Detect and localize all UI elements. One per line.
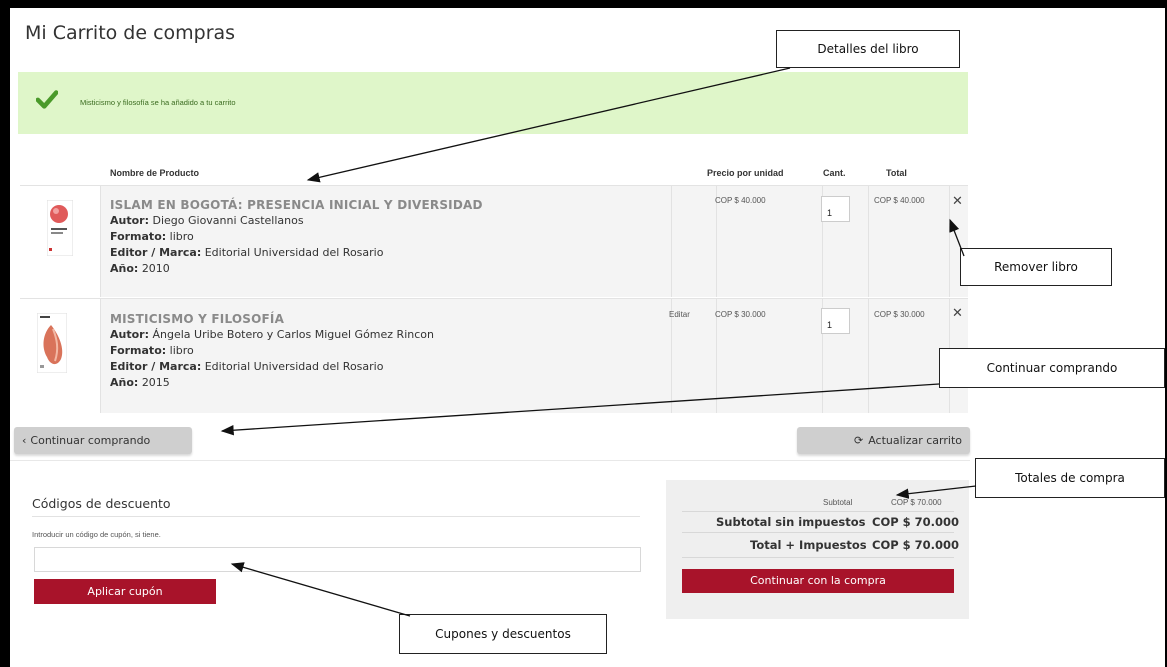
book-format: Formato: libro xyxy=(110,230,194,243)
totals-rule xyxy=(682,511,954,512)
book-format: Formato: libro xyxy=(110,344,194,357)
header-product-name: Nombre de Producto xyxy=(110,168,200,178)
book-year: Año: 2015 xyxy=(110,376,170,389)
subtotal-no-tax-value: COP $ 70.000 xyxy=(872,515,960,529)
edit-link[interactable]: Editar xyxy=(669,310,690,319)
book-author: Autor: Ángela Uribe Botero y Carlos Migu… xyxy=(110,328,434,341)
totals-rule xyxy=(682,557,954,558)
subtotal-label: Subtotal xyxy=(823,498,853,507)
chevron-left-icon: ‹ xyxy=(22,434,27,447)
callout-book-details: Detalles del libro xyxy=(776,30,960,68)
total-tax-label: Total + Impuestos xyxy=(750,538,867,552)
callout-purchase-totals: Totales de compra xyxy=(975,458,1165,498)
unit-price: COP $ 30.000 xyxy=(715,310,766,319)
total-tax-value: COP $ 70.000 xyxy=(872,538,960,552)
unit-price: COP $ 40.000 xyxy=(715,196,766,205)
book-publisher: Editor / Marca: Editorial Universidad de… xyxy=(110,246,384,259)
row-total: COP $ 30.000 xyxy=(874,310,925,319)
alert-message: Misticismo y filosofía se ha añadido a t… xyxy=(80,98,236,107)
header-quantity: Cant. xyxy=(823,168,846,178)
discount-rule xyxy=(32,516,640,517)
cart-page: Mi Carrito de compras Misticismo y filos… xyxy=(10,8,1165,667)
continue-shopping-button[interactable]: ‹ Continuar comprando xyxy=(14,427,192,454)
callout-coupons: Cupones y descuentos xyxy=(399,614,607,654)
checkout-button[interactable]: Continuar con la compra xyxy=(682,569,954,593)
update-cart-button[interactable]: ⟳ Actualizar carrito xyxy=(797,427,970,454)
subtotal-no-tax-label: Subtotal sin impuestos xyxy=(716,515,866,529)
callout-continue-shopping: Continuar comprando xyxy=(939,348,1165,388)
cell-divider xyxy=(100,299,101,413)
cell-divider xyxy=(868,299,869,413)
book-publisher: Editor / Marca: Editorial Universidad de… xyxy=(110,360,384,373)
coupon-input[interactable] xyxy=(34,547,641,572)
check-icon xyxy=(36,90,58,109)
remove-icon[interactable]: ✕ xyxy=(952,194,963,209)
cell-divider xyxy=(100,186,101,297)
thumbnail-cell xyxy=(20,299,100,413)
book-author: Autor: Diego Giovanni Castellanos xyxy=(110,214,304,227)
continue-shopping-label: Continuar comprando xyxy=(30,434,151,447)
update-cart-label: Actualizar carrito xyxy=(868,434,962,447)
apply-coupon-button[interactable]: Aplicar cupón xyxy=(34,579,216,604)
totals-rule xyxy=(682,532,954,533)
cell-divider xyxy=(868,186,869,297)
discount-help: Introducir un código de cupón, si tiene. xyxy=(32,530,161,539)
book-title[interactable]: MISTICISMO Y FILOSOFÍA xyxy=(110,312,284,326)
screenshot-canvas: Mi Carrito de compras Misticismo y filos… xyxy=(0,0,1167,667)
callout-remove-book: Remover libro xyxy=(960,248,1112,286)
remove-icon[interactable]: ✕ xyxy=(952,306,963,321)
discount-title: Códigos de descuento xyxy=(32,496,171,511)
quantity-input[interactable] xyxy=(821,196,850,222)
page-title: Mi Carrito de compras xyxy=(25,22,236,44)
book-cover-islam xyxy=(47,200,73,256)
thumbnail-cell xyxy=(20,186,100,297)
header-unit-price: Precio por unidad xyxy=(707,168,784,178)
header-total: Total xyxy=(886,168,907,178)
subtotal-value: COP $ 70.000 xyxy=(891,498,942,507)
row-total: COP $ 40.000 xyxy=(874,196,925,205)
success-alert: Misticismo y filosofía se ha añadido a t… xyxy=(18,72,968,134)
book-year: Año: 2010 xyxy=(110,262,170,275)
section-divider xyxy=(10,460,970,461)
quantity-input[interactable] xyxy=(821,308,850,334)
book-cover-misticismo xyxy=(37,313,67,373)
cell-divider xyxy=(671,186,672,297)
refresh-icon: ⟳ xyxy=(853,434,864,447)
cell-divider xyxy=(949,186,950,297)
book-title[interactable]: ISLAM EN BOGOTÁ: PRESENCIA INICIAL Y DIV… xyxy=(110,198,483,212)
